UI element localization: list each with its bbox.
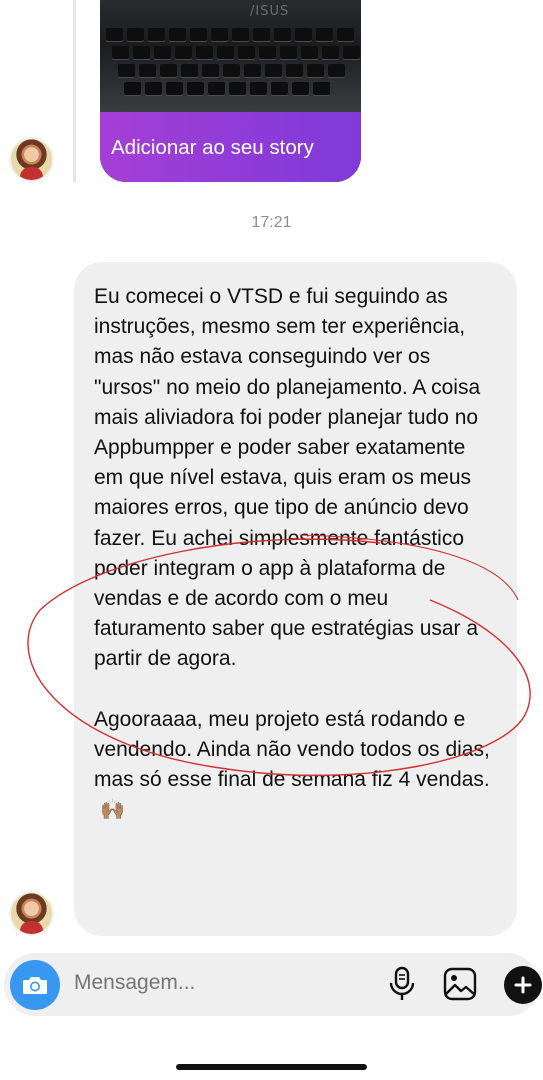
- message-paragraph: Eu comecei o VTSD e fui seguindo as inst…: [94, 285, 481, 671]
- home-indicator[interactable]: [176, 1064, 367, 1070]
- raised-hands-emoji: 🙌🏽: [100, 799, 125, 822]
- keyboard-row: [100, 64, 361, 77]
- add-to-story-label[interactable]: Adicionar ao seu story: [111, 136, 314, 160]
- message-paragraph-text: Agooraaaa, meu projeto está rodando e ve…: [94, 707, 490, 792]
- laptop-brand-text: /ISUS: [250, 4, 290, 19]
- message-composer: [4, 953, 539, 1016]
- camera-button[interactable]: [10, 960, 60, 1010]
- message-input[interactable]: [74, 971, 334, 995]
- message-bubble[interactable]: Eu comecei o VTSD e fui seguindo as inst…: [74, 262, 517, 936]
- message-paragraph: Agooraaaa, meu projeto está rodando e ve…: [94, 705, 497, 826]
- plus-icon: [514, 976, 532, 994]
- keyboard-row: [100, 28, 361, 41]
- camera-icon: [23, 977, 47, 994]
- keyboard-row: [100, 82, 361, 95]
- gallery-button[interactable]: [442, 966, 478, 1002]
- story-photo: /ISUS: [100, 0, 361, 112]
- microphone-button[interactable]: [384, 966, 420, 1002]
- thread-reply-line: [73, 0, 76, 182]
- microphone-icon: [389, 966, 415, 1000]
- avatar[interactable]: [9, 891, 54, 936]
- keyboard-row: [100, 46, 361, 59]
- story-reply-card[interactable]: /ISUS Adicionar ao seu story: [100, 0, 361, 182]
- message-timestamp: 17:21: [251, 214, 292, 231]
- avatar[interactable]: [9, 137, 54, 182]
- more-options-button[interactable]: [504, 966, 542, 1004]
- gallery-icon: [443, 967, 477, 1001]
